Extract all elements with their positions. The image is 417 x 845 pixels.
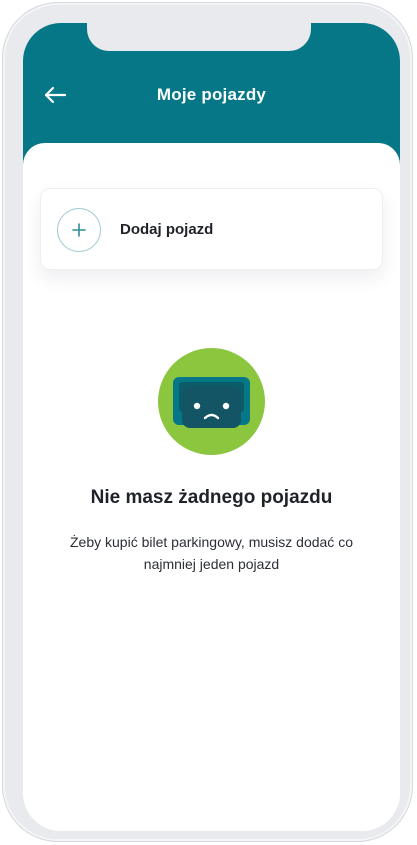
empty-state-title: Nie masz żadnego pojazdu [90,487,333,508]
app-screen: Moje pojazdy Dodaj pojazd Nie masz żadne… [23,23,400,831]
page-title: Moje pojazdy [156,85,267,104]
device-notch [87,23,311,51]
add-vehicle-label: Dodaj pojazd [120,221,214,238]
add-vehicle-button[interactable]: Dodaj pojazd [40,188,383,270]
main-content: Dodaj pojazd Nie masz żadnego pojazdu Że… [23,143,400,831]
plus-icon [57,208,101,252]
phone-frame: Moje pojazdy Dodaj pojazd Nie masz żadne… [2,2,413,842]
sad-car-icon [158,348,265,455]
empty-state-description: Żeby kupić bilet parkingowy, musisz doda… [70,534,353,572]
